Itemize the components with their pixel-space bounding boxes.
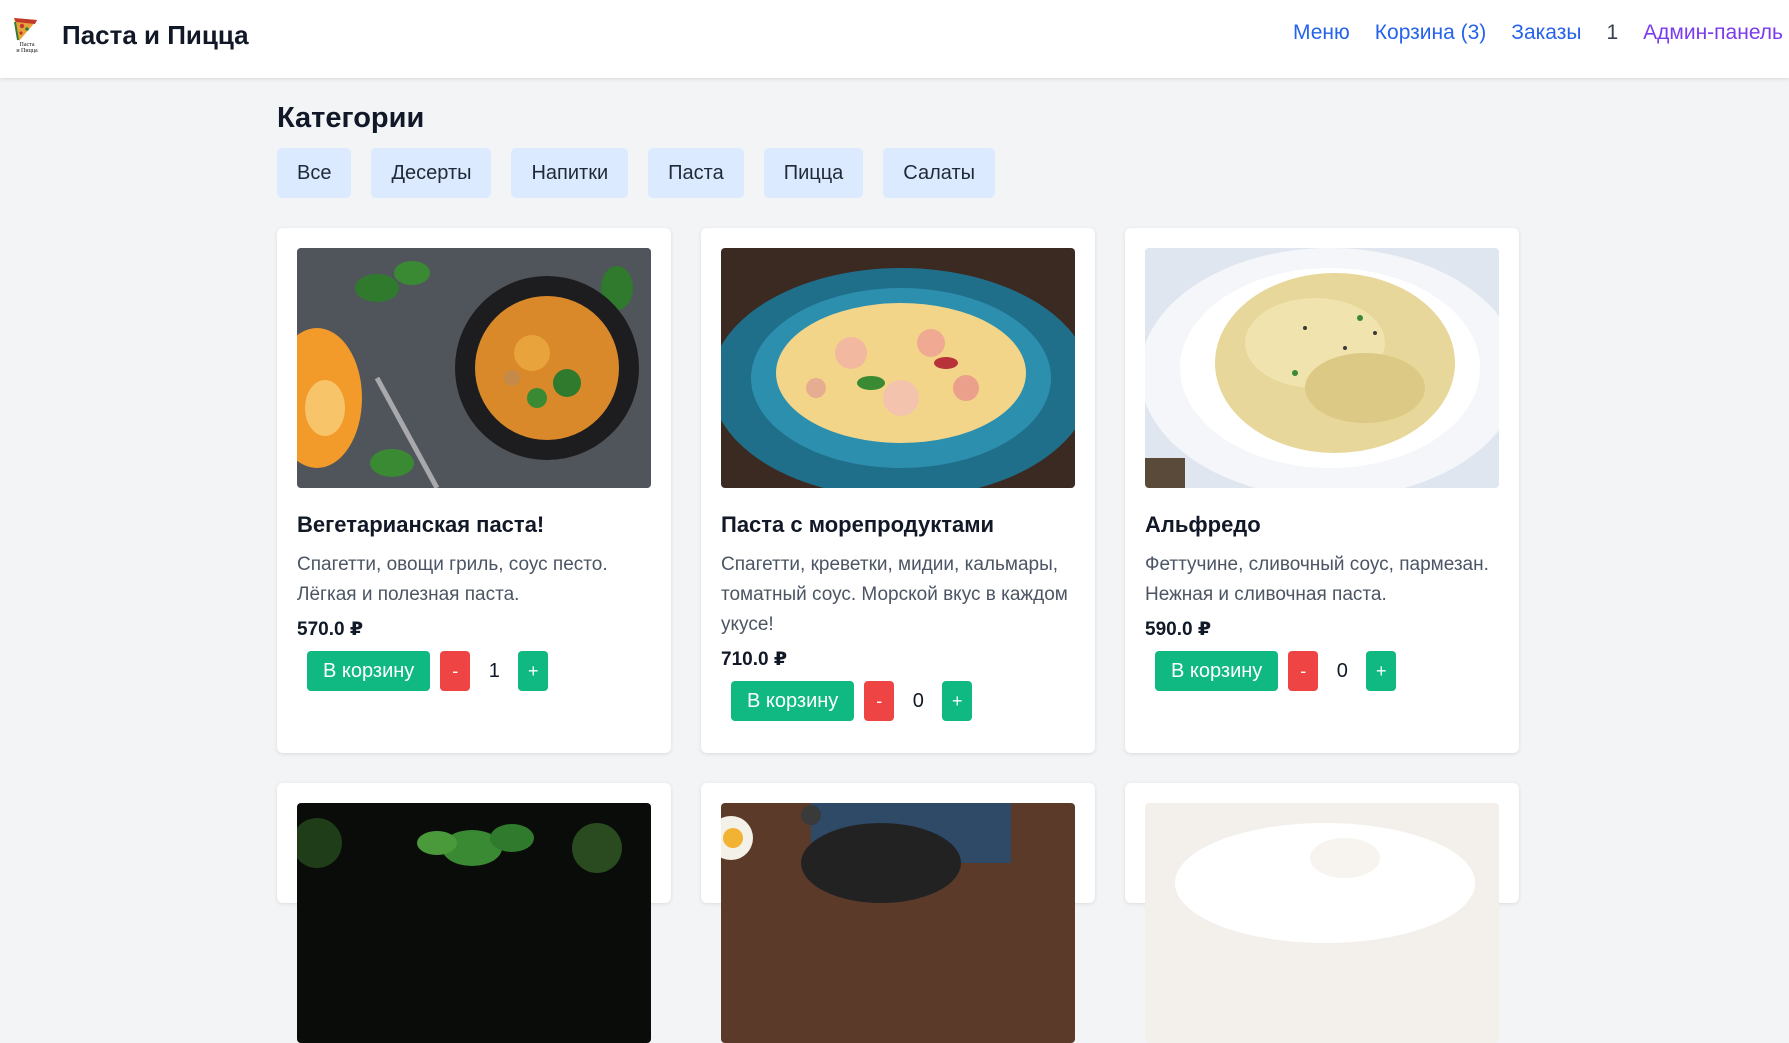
- nav-orders-link[interactable]: Заказы: [1511, 21, 1581, 45]
- nav-cart-link[interactable]: Корзина (3): [1375, 21, 1487, 45]
- category-pasta[interactable]: Паста: [648, 148, 744, 198]
- categories-heading: Категории: [277, 102, 425, 134]
- quantity-value: 0: [912, 689, 924, 712]
- product-title: Альфредо: [1145, 512, 1261, 537]
- product-price: 570.0 ₽: [297, 619, 364, 640]
- cart-controls: В корзину - 0 +: [1155, 651, 1499, 691]
- svg-text:и Пицца: и Пицца: [16, 48, 38, 53]
- product-card: Вегетарианская паста! Спагетти, овощи гр…: [277, 228, 671, 753]
- user-id-indicator: 1: [1606, 21, 1619, 44]
- top-navbar: Паста и Пицца Паста и Пицца Меню Корзина…: [0, 0, 1789, 78]
- product-card: [1125, 783, 1519, 1043]
- increase-quantity-button[interactable]: +: [1366, 651, 1397, 691]
- product-grid: Вегетарианская паста! Спагетти, овощи гр…: [277, 228, 1519, 1043]
- basil-dish-photo: [297, 803, 651, 1043]
- product-price: 710.0 ₽: [721, 649, 788, 670]
- product-price: 590.0 ₽: [1145, 619, 1212, 640]
- logo[interactable]: Паста и Пицца: [11, 15, 43, 54]
- product-card: [277, 783, 671, 1043]
- add-to-cart-button[interactable]: В корзину: [1155, 651, 1279, 691]
- increase-quantity-button[interactable]: +: [518, 651, 549, 691]
- nav-menu-link[interactable]: Меню: [1293, 21, 1350, 45]
- product-card: Альфредо Феттучине, сливочный соус, парм…: [1125, 228, 1519, 753]
- carbonara-photo: [721, 803, 1075, 1043]
- product-title: Вегетарианская паста!: [297, 512, 545, 537]
- main-nav: Меню Корзина (3) Заказы 1 Админ-панель: [1268, 21, 1783, 45]
- quantity-value: 0: [1336, 659, 1348, 682]
- alfredo-pasta-photo: [1145, 248, 1499, 488]
- product-card: Паста с морепродуктами Спагетти, креветк…: [701, 228, 1095, 753]
- product-description: Феттучине, сливочный соус, пармезан. Неж…: [1145, 554, 1489, 605]
- vegetarian-pasta-photo: [297, 248, 651, 488]
- category-filter: Все Десерты Напитки Паста Пицца Салаты: [277, 148, 995, 198]
- quantity-value: 1: [488, 659, 500, 682]
- increase-quantity-button[interactable]: +: [942, 681, 973, 721]
- add-to-cart-button[interactable]: В корзину: [731, 681, 855, 721]
- product-description: Спагетти, овощи гриль, соус песто. Лёгка…: [297, 554, 608, 605]
- seafood-pasta-photo: [721, 248, 1075, 488]
- product-description: Спагетти, креветки, мидии, кальмары, том…: [721, 554, 1068, 635]
- cart-controls: В корзину - 1 +: [307, 651, 651, 691]
- decrease-quantity-button[interactable]: -: [864, 681, 895, 721]
- dessert-photo: [1145, 803, 1499, 1043]
- category-all[interactable]: Все: [277, 148, 352, 198]
- product-card: [701, 783, 1095, 1043]
- category-salads[interactable]: Салаты: [883, 148, 995, 198]
- pizza-slice-icon: Паста и Пицца: [14, 18, 38, 54]
- category-pizza[interactable]: Пицца: [763, 148, 864, 198]
- add-to-cart-button[interactable]: В корзину: [307, 651, 431, 691]
- decrease-quantity-button[interactable]: -: [440, 651, 471, 691]
- cart-controls: В корзину - 0 +: [731, 681, 1075, 721]
- category-drinks[interactable]: Напитки: [511, 148, 629, 198]
- decrease-quantity-button[interactable]: -: [1288, 651, 1319, 691]
- product-title: Паста с морепродуктами: [721, 512, 995, 537]
- category-desserts[interactable]: Десерты: [371, 148, 492, 198]
- nav-admin-link[interactable]: Админ-панель: [1643, 21, 1783, 45]
- brand-title[interactable]: Паста и Пицца: [62, 20, 249, 51]
